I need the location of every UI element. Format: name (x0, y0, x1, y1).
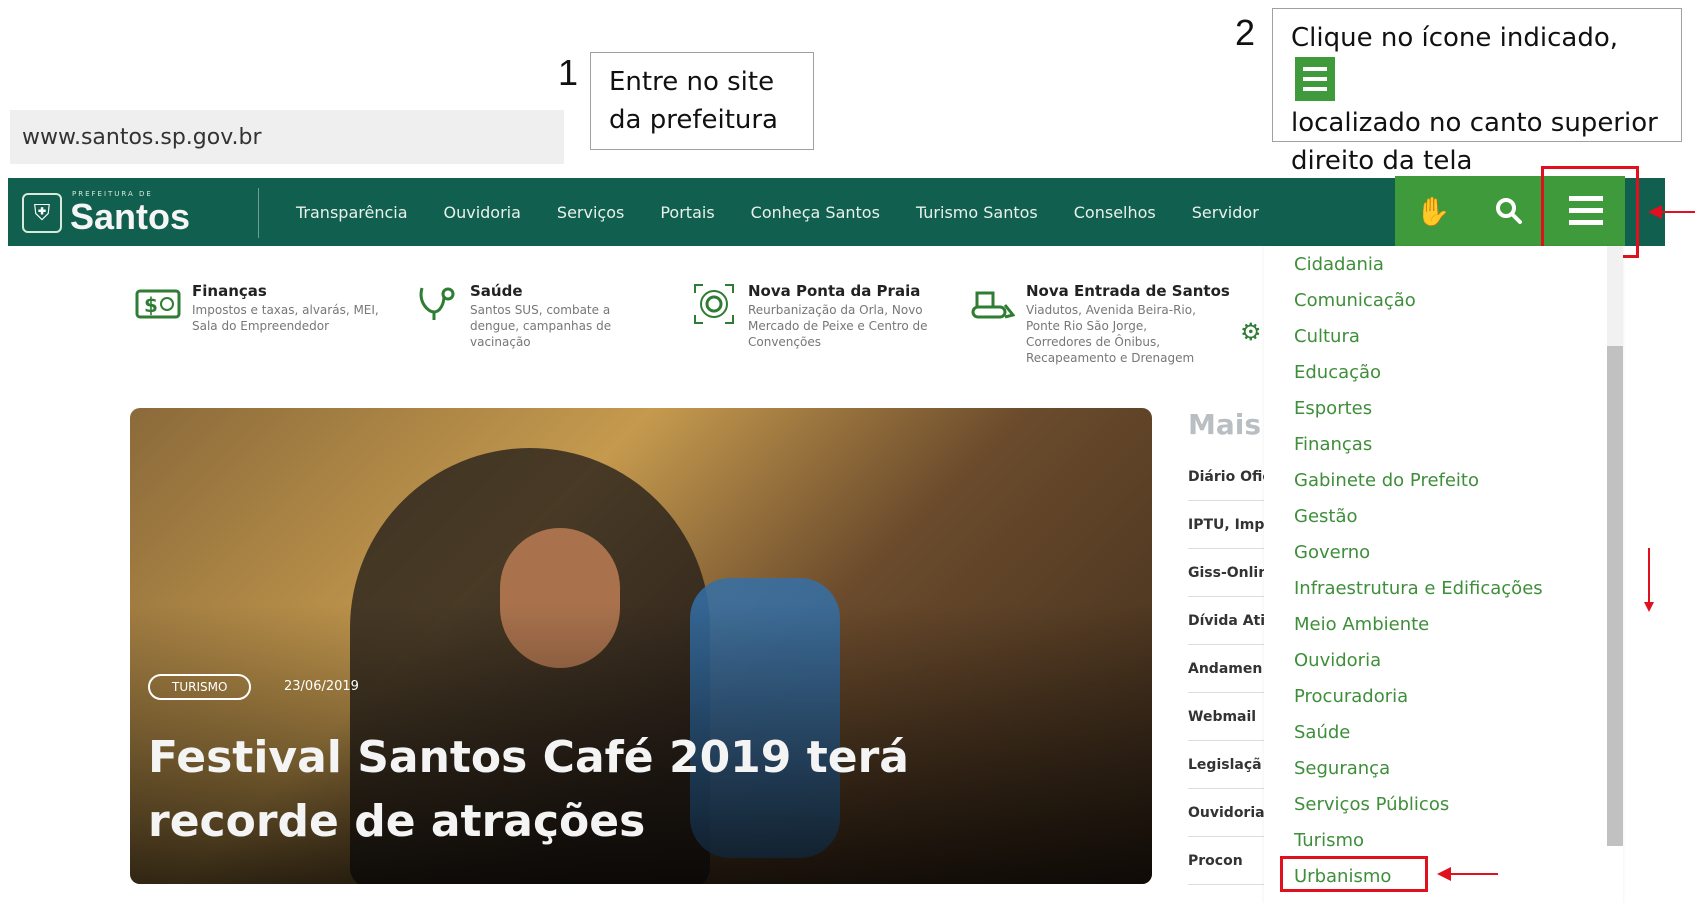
side-link[interactable]: Giss-Onlin (1188, 549, 1268, 597)
side-link[interactable]: Webmail (1188, 693, 1268, 741)
hero-category-tag[interactable]: TURISMO (148, 674, 252, 700)
dropdown-item-gestao[interactable]: Gestão (1294, 506, 1358, 527)
dropdown-item-seguranca[interactable]: Segurança (1294, 758, 1390, 779)
step-2-line-2: localizado no canto superior (1291, 108, 1658, 138)
quick-link-saude[interactable]: Saúde Santos SUS, combate a dengue, camp… (410, 282, 670, 350)
scroll-down-arrow-head (1644, 602, 1654, 612)
step-1-number: 1 (558, 52, 579, 93)
dropdown-item-governo[interactable]: Governo (1294, 542, 1370, 563)
step-2-line-1-wrap: Clique no ícone indicado, (1291, 19, 1663, 104)
nav-servidor[interactable]: Servidor (1192, 203, 1259, 222)
nav-turismo-santos[interactable]: Turismo Santos (916, 203, 1038, 222)
bulldozer-icon (966, 282, 1018, 326)
side-link[interactable]: Dívida Ati (1188, 597, 1268, 645)
step-2-callout: Clique no ícone indicado, localizado no … (1272, 8, 1682, 176)
dropdown-item-infraestrutura[interactable]: Infraestrutura e Edificações (1294, 578, 1543, 599)
urbanismo-arrow-line (1450, 873, 1498, 875)
side-link[interactable]: Legislaçã (1188, 741, 1268, 789)
santos-logo[interactable]: ⛨ PREFEITURA DE Santos (22, 188, 190, 238)
dropdown-item-esportes[interactable]: Esportes (1294, 398, 1372, 419)
dropdown-scrollbar-thumb[interactable] (1607, 346, 1623, 846)
quick-link-title: Finanças (192, 282, 267, 300)
secretarias-dropdown: Cidadania Comunicação Cultura Educação E… (1264, 246, 1623, 903)
focus-icon (688, 282, 740, 326)
search-button[interactable] (1471, 176, 1547, 246)
side-links-list: Diário Ofic IPTU, Imp Giss-Onlin Dívida … (1188, 453, 1268, 885)
quick-link-title: Saúde (470, 282, 523, 300)
dropdown-item-meio-ambiente[interactable]: Meio Ambiente (1294, 614, 1429, 635)
menu-arrow-head (1648, 205, 1662, 219)
nav-portais[interactable]: Portais (660, 203, 714, 222)
menu-icon (1295, 57, 1335, 101)
stethoscope-icon (410, 282, 462, 326)
coat-of-arms-icon: ⛨ (22, 193, 62, 233)
nav-conheca-santos[interactable]: Conheça Santos (751, 203, 880, 222)
dropdown-item-servicos-publicos[interactable]: Serviços Públicos (1294, 794, 1449, 815)
quick-link-nova-entrada-de-santos[interactable]: Nova Entrada de Santos Viadutos, Avenida… (966, 282, 1246, 366)
side-link[interactable]: Procon (1188, 837, 1268, 885)
urbanismo-highlight-box (1280, 856, 1428, 892)
side-link[interactable]: Andamen (1188, 645, 1268, 693)
search-icon (1496, 198, 1522, 224)
nav-transparencia[interactable]: Transparência (296, 203, 408, 222)
logo-title: Santos (70, 196, 191, 237)
step-2-line-1: Clique no ícone indicado, (1291, 23, 1618, 53)
nav-servicos[interactable]: Serviços (557, 203, 624, 222)
dropdown-item-cidadania[interactable]: Cidadania (1294, 254, 1384, 275)
scroll-down-arrow-line (1648, 548, 1650, 604)
hero-news-card[interactable]: TURISMO 23/06/2019 Festival Santos Café … (130, 408, 1152, 884)
urbanismo-arrow-head (1437, 867, 1451, 881)
hero-title[interactable]: Festival Santos Café 2019 terá recorde d… (148, 726, 1108, 854)
nav-conselhos[interactable]: Conselhos (1074, 203, 1156, 222)
step-1-line-1: Entre no site (609, 67, 775, 97)
header-divider (258, 188, 259, 238)
address-bar-text: www.santos.sp.gov.br (22, 124, 262, 150)
step-1-line-2: da prefeitura (609, 105, 778, 135)
dropdown-item-financas[interactable]: Finanças (1294, 434, 1372, 455)
side-link[interactable]: IPTU, Imp (1188, 501, 1268, 549)
step-2-number: 2 (1235, 12, 1256, 53)
nav-ouvidoria[interactable]: Ouvidoria (444, 203, 521, 222)
menu-highlight-box (1541, 166, 1639, 258)
dropdown-item-educacao[interactable]: Educação (1294, 362, 1381, 383)
quick-link-nova-ponta-da-praia[interactable]: Nova Ponta da Praia Reurbanização da Orl… (688, 282, 968, 350)
dropdown-item-gabinete[interactable]: Gabinete do Prefeito (1294, 470, 1479, 491)
menu-arrow-line (1662, 211, 1695, 213)
quick-link-desc: Reurbanização da Orla, Novo Mercado de P… (748, 303, 928, 349)
address-bar[interactable]: www.santos.sp.gov.br (10, 110, 564, 164)
quick-link-financas[interactable]: $ Finanças Impostos e taxas, alvarás, ME… (132, 282, 392, 334)
sign-language-button[interactable]: ✋ (1395, 176, 1471, 246)
main-nav: Transparência Ouvidoria Serviços Portais… (278, 178, 1277, 246)
dropdown-item-ouvidoria[interactable]: Ouvidoria (1294, 650, 1381, 671)
quick-link-title: Nova Entrada de Santos (1026, 282, 1230, 300)
dropdown-item-saude[interactable]: Saúde (1294, 722, 1350, 743)
step-1-callout: Entre no site da prefeitura (590, 52, 814, 150)
quick-link-desc: Viadutos, Avenida Beira-Rio, Ponte Rio S… (1026, 303, 1196, 365)
quick-link-title: Nova Ponta da Praia (748, 282, 921, 300)
quick-link-desc: Impostos e taxas, alvarás, MEI, Sala do … (192, 303, 379, 333)
partial-quick-link-icon: ⚙ (1240, 318, 1262, 346)
dropdown-item-turismo[interactable]: Turismo (1294, 830, 1364, 851)
logo-subtitle: PREFEITURA DE (72, 190, 153, 198)
dropdown-item-cultura[interactable]: Cultura (1294, 326, 1360, 347)
quick-link-desc: Santos SUS, combate a dengue, campanhas … (470, 303, 612, 349)
side-link[interactable]: Ouvidoria (1188, 789, 1268, 837)
svg-text:$: $ (144, 293, 158, 317)
side-link[interactable]: Diário Ofic (1188, 453, 1268, 501)
dropdown-item-procuradoria[interactable]: Procuradoria (1294, 686, 1408, 707)
money-icon: $ (132, 282, 184, 326)
dropdown-item-comunicacao[interactable]: Comunicação (1294, 290, 1416, 311)
hero-date: 23/06/2019 (284, 679, 359, 694)
sign-language-icon: ✋ (1415, 194, 1451, 228)
